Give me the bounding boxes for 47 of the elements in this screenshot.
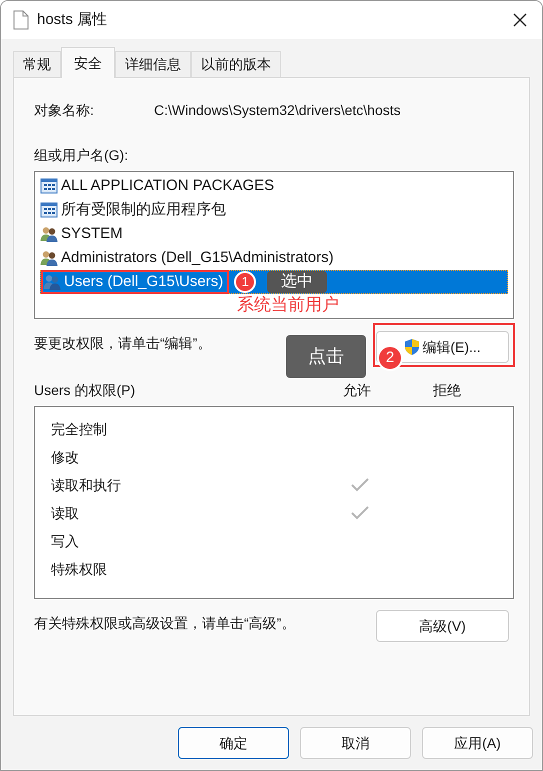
- permission-name: 读取和执行: [51, 476, 122, 494]
- select-tooltip: 选中: [267, 271, 328, 293]
- edit-hint: 要更改权限，请单击“编辑”。: [34, 334, 212, 353]
- permission-name: 修改: [51, 448, 80, 466]
- user-list-item[interactable]: Users (Dell_G15\Users) 1 选中: [40, 270, 508, 294]
- package-icon: [40, 178, 58, 194]
- step-badge: 1: [234, 271, 256, 293]
- dialog-button[interactable]: 取消: [300, 727, 411, 759]
- user-list-item[interactable]: 所有受限制的应用程序包: [40, 198, 508, 222]
- user-name: 所有受限制的应用程序包: [61, 200, 226, 220]
- user-group-icon: [43, 274, 61, 290]
- object-name-value: C:\Windows\System32\drivers\etc\hosts: [154, 100, 401, 120]
- dialog-button[interactable]: 确定: [178, 727, 289, 759]
- advanced-button[interactable]: 高级(V): [376, 610, 509, 642]
- groups-label: 组或用户名(G):: [34, 147, 128, 163]
- close-icon: [512, 12, 528, 28]
- permissions-label: Users 的权限(P): [34, 380, 136, 400]
- user-group-icon: [40, 250, 58, 266]
- advanced-hint: 有关特殊权限或高级设置，请单击“高级”。: [34, 614, 296, 633]
- click-tooltip: 点击: [286, 335, 366, 378]
- user-list-item[interactable]: Administrators (Dell_G15\Administrators): [40, 246, 508, 270]
- object-name-label: 对象名称:: [34, 100, 95, 120]
- check-icon: [350, 477, 370, 493]
- tab[interactable]: 安全: [61, 47, 115, 78]
- user-group-icon: [40, 226, 58, 242]
- allow-header: 允许: [343, 380, 372, 400]
- permission-name: 读取: [51, 504, 80, 522]
- user-list-item[interactable]: ALL APPLICATION PACKAGES: [40, 174, 508, 198]
- shield-icon: [404, 338, 420, 356]
- user-list-item[interactable]: SYSTEM: [40, 222, 508, 246]
- tab[interactable]: 以前的版本: [191, 51, 281, 77]
- user-name: Administrators (Dell_G15\Administrators): [61, 248, 334, 268]
- package-icon: [40, 202, 58, 218]
- check-icon: [350, 505, 370, 521]
- user-name: ALL APPLICATION PACKAGES: [61, 176, 274, 196]
- user-name: Users (Dell_G15\Users): [64, 272, 224, 292]
- user-name: SYSTEM: [61, 224, 123, 244]
- window-title: hosts 属性: [37, 10, 108, 30]
- deny-header: 拒绝: [433, 380, 461, 400]
- dialog-button[interactable]: 应用(A): [422, 727, 533, 759]
- permission-name: 特殊权限: [51, 560, 108, 578]
- tab[interactable]: 常规: [13, 51, 61, 77]
- tab[interactable]: 详细信息: [115, 51, 191, 77]
- permission-name: 完全控制: [51, 420, 108, 438]
- file-icon: [13, 10, 29, 30]
- permission-name: 写入: [51, 532, 80, 550]
- annotation-note: 系统当前用户: [237, 294, 339, 316]
